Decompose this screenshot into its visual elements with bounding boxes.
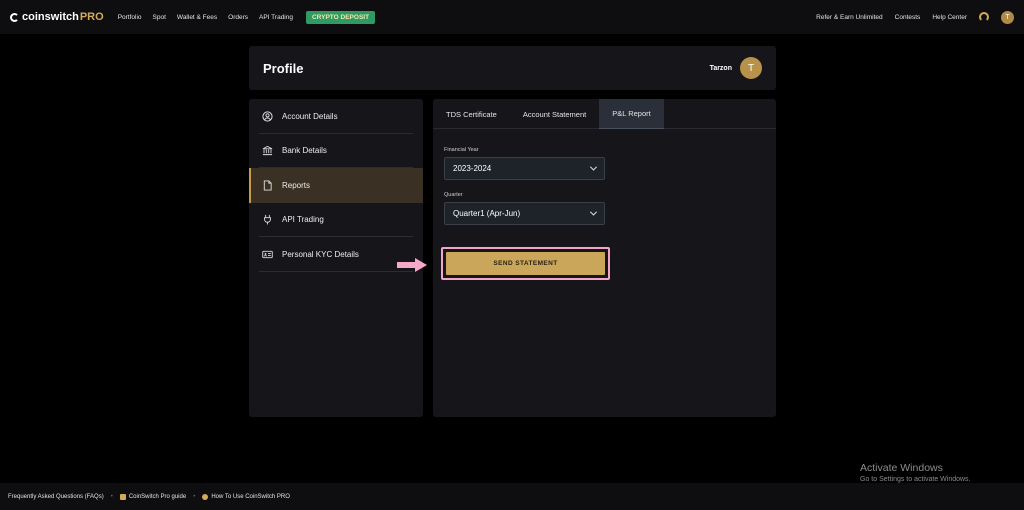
- watermark-title: Activate Windows: [860, 462, 943, 474]
- sidebar-item-label: API Trading: [282, 215, 324, 225]
- top-navbar: coinswitch PRO Portfolio Spot Wallet & Fe…: [0, 0, 1024, 34]
- nav-link-portfolio[interactable]: Portfolio: [118, 14, 142, 21]
- crypto-deposit-button[interactable]: CRYPTO DEPOSIT: [305, 10, 376, 24]
- headset-icon[interactable]: [979, 12, 989, 22]
- tab-tds-certificate[interactable]: TDS Certificate: [433, 99, 510, 129]
- id-card-icon: [261, 248, 273, 260]
- divider: [259, 270, 413, 272]
- watermark-subtitle: Go to Settings to activate Windows.: [860, 476, 971, 483]
- reports-panel: TDS Certificate Account Statement P&L Re…: [433, 99, 776, 417]
- plug-icon: [261, 214, 273, 226]
- sidebar-item-api-trading[interactable]: API Trading: [249, 203, 423, 237]
- logo-mark-icon: [10, 12, 19, 22]
- tab-pl-report[interactable]: P&L Report: [599, 99, 664, 129]
- nav-link-spot[interactable]: Spot: [153, 14, 166, 21]
- logo[interactable]: coinswitch PRO: [10, 11, 104, 23]
- user-circle-icon: [261, 110, 273, 122]
- user-name: Tarzon: [709, 64, 732, 72]
- sidebar-item-label: Personal KYC Details: [282, 249, 359, 259]
- page-title: Profile: [263, 60, 304, 76]
- nav-link-refer-earn[interactable]: Refer & Earn Unlimited: [816, 14, 882, 21]
- sidebar-item-reports[interactable]: Reports: [249, 168, 423, 203]
- logo-text: coinswitch: [22, 11, 79, 23]
- footer-link-label: How To Use CoinSwitch PRO: [211, 493, 290, 500]
- report-tabs: TDS Certificate Account Statement P&L Re…: [433, 99, 776, 129]
- sidebar-item-label: Bank Details: [282, 146, 327, 156]
- sidebar-item-account-details[interactable]: Account Details: [249, 99, 423, 134]
- tab-account-statement[interactable]: Account Statement: [510, 99, 599, 129]
- quarter-select[interactable]: Quarter1 (Apr-Jun): [444, 202, 605, 225]
- chevron-down-icon: [589, 163, 598, 171]
- financial-year-value: 2023-2024: [453, 164, 492, 173]
- bank-icon: [261, 145, 273, 157]
- guide-icon: [119, 493, 126, 500]
- financial-year-select[interactable]: 2023-2024: [444, 157, 605, 180]
- quarter-label: Quarter: [444, 192, 463, 198]
- nav-avatar[interactable]: T: [1001, 10, 1014, 24]
- quarter-value: Quarter1 (Apr-Jun): [453, 209, 521, 218]
- avatar[interactable]: T: [740, 57, 762, 79]
- sidebar-item-bank-details[interactable]: Bank Details: [249, 134, 423, 168]
- send-statement-button[interactable]: SEND STATEMENT: [446, 252, 605, 275]
- footer-link-guide[interactable]: CoinSwitch Pro guide: [119, 493, 187, 500]
- highlight-box: SEND STATEMENT: [441, 247, 610, 280]
- activate-windows-watermark: Activate Windows Go to Settings to activ…: [860, 462, 971, 483]
- nav-link-help-center[interactable]: Help Center: [932, 14, 967, 21]
- logo-pro-text: PRO: [79, 11, 104, 23]
- document-icon: [261, 179, 273, 191]
- user-info: Tarzon T: [710, 57, 762, 79]
- play-icon: [202, 493, 209, 500]
- separator-dot: •: [193, 493, 196, 500]
- nav-link-wallet-fees[interactable]: Wallet & Fees: [177, 14, 217, 21]
- financial-year-label: Financial Year: [444, 147, 479, 153]
- footer-link-label: CoinSwitch Pro guide: [128, 493, 187, 500]
- sidebar-item-label: Account Details: [282, 111, 338, 121]
- nav-link-contests[interactable]: Contests: [895, 14, 921, 21]
- footer-link-howto[interactable]: How To Use CoinSwitch PRO: [202, 493, 290, 500]
- sidebar-item-label: Reports: [282, 180, 311, 190]
- footer-bar: Frequently Asked Questions (FAQs) • Coin…: [0, 483, 1024, 510]
- profile-header: Profile Tarzon T: [249, 46, 776, 90]
- footer-link-faq[interactable]: Frequently Asked Questions (FAQs): [8, 494, 104, 500]
- nav-link-orders[interactable]: Orders: [228, 14, 248, 21]
- nav-link-api-trading[interactable]: API Trading: [259, 14, 293, 21]
- separator-dot: •: [110, 493, 113, 500]
- chevron-down-icon: [589, 208, 598, 216]
- pointer-arrow-icon: [397, 258, 427, 272]
